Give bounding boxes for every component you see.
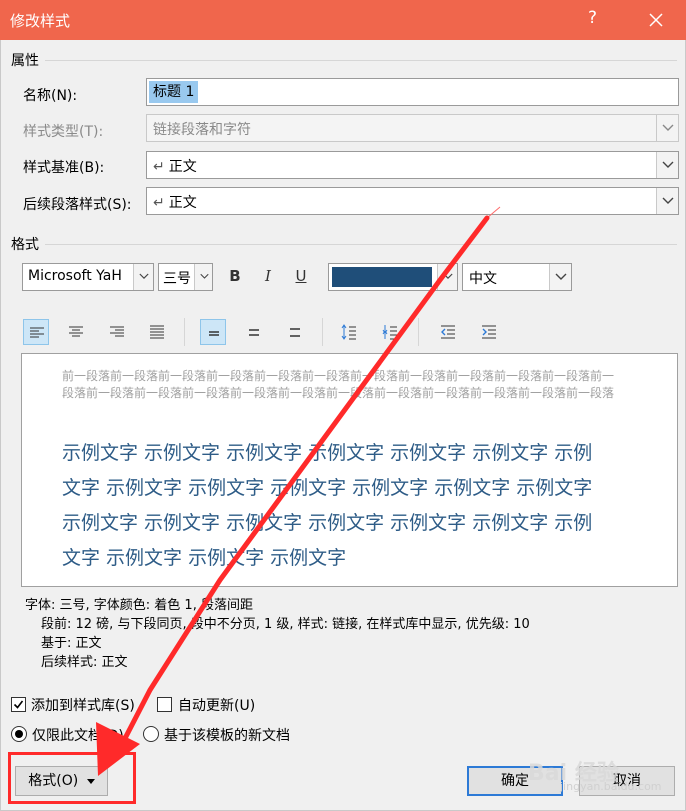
- radio-selected-dot: [15, 730, 23, 738]
- auto-update-checkbox[interactable]: [157, 697, 172, 712]
- next-style-display: ↵ 正文: [153, 192, 197, 212]
- close-button[interactable]: [641, 5, 671, 35]
- bold-button[interactable]: B: [222, 264, 248, 290]
- style-type-label: 样式类型(T):: [23, 124, 104, 140]
- chevron-down-icon: [139, 273, 149, 279]
- name-label: 名称(N):: [23, 88, 78, 104]
- single-spacing-button[interactable]: [200, 319, 226, 345]
- spacing-before-icon: [341, 324, 356, 340]
- italic-button[interactable]: I: [255, 264, 281, 290]
- paragraph-mark-icon: ↵: [153, 195, 165, 211]
- font-color-select[interactable]: [328, 263, 458, 291]
- justify-button[interactable]: [144, 319, 170, 345]
- chevron-down-icon: [443, 273, 453, 279]
- add-to-gallery-checkbox[interactable]: [11, 697, 26, 712]
- preview-previous-paragraph: 前一段落前一段落前一段落前一段落前一段落前一段落前一段落前一段落前一段落前一段落…: [62, 369, 615, 400]
- name-value: 标题 1: [149, 81, 199, 103]
- close-icon: [649, 13, 663, 27]
- description-line: 基于: 正文: [41, 636, 102, 651]
- chevron-down-icon: [662, 161, 674, 168]
- preview-sample-text: 示例文字 示例文字 示例文字 示例文字 示例文字 示例文字 示例文字 示例文字 …: [62, 442, 593, 569]
- properties-section-label: 属性: [11, 53, 39, 69]
- justify-icon: [150, 325, 164, 339]
- help-button[interactable]: ?: [588, 8, 597, 28]
- auto-update-label[interactable]: 自动更新(U): [178, 695, 255, 715]
- chevron-down-icon: [662, 124, 674, 131]
- one-half-spacing-button[interactable]: [241, 319, 267, 345]
- indent-icon: [482, 325, 496, 339]
- only-this-document-radio[interactable]: [11, 726, 27, 742]
- format-section-label: 格式: [11, 237, 39, 253]
- next-style-dropdown-button[interactable]: [656, 188, 678, 214]
- double-spacing-button[interactable]: [282, 319, 308, 345]
- description-line: 段前: 12 磅, 与下段同页, 段中不分页, 1 级, 样式: 链接, 在样式…: [41, 617, 530, 632]
- style-type-select[interactable]: 链接段落和字符: [146, 114, 679, 142]
- font-color-swatch: [332, 267, 432, 287]
- description-line: 后续样式: 正文: [41, 655, 128, 670]
- align-left-icon: [30, 327, 44, 338]
- toolbar-separator: [322, 318, 323, 346]
- script-dropdown-button[interactable]: [549, 264, 571, 290]
- decrease-indent-button[interactable]: [435, 319, 461, 345]
- increase-spacing-before-button[interactable]: [336, 319, 362, 345]
- one-half-spacing-icon: [249, 329, 259, 336]
- font-size-value: 三号: [163, 271, 191, 287]
- watermark-url: jingyan.baidu.com: [560, 780, 662, 793]
- increase-indent-button[interactable]: [476, 319, 502, 345]
- underline-icon: U: [295, 267, 307, 285]
- name-input[interactable]: 标题 1: [146, 78, 679, 106]
- next-style-value: 正文: [168, 195, 197, 211]
- align-left-button[interactable]: [23, 319, 49, 345]
- style-preview: 前一段落前一段落前一段落前一段落前一段落前一段落前一段落前一段落前一段落前一段落…: [21, 353, 678, 587]
- outdent-icon: [441, 325, 455, 339]
- font-color-dropdown-button[interactable]: [437, 264, 457, 290]
- dialog-body: 属性 名称(N): 标题 1 样式类型(T): 链接段落和字符 样式基准(B):…: [0, 40, 686, 811]
- chevron-down-icon: [200, 273, 209, 279]
- format-divider: [45, 244, 677, 245]
- title-bar: 修改样式 ?: [0, 0, 686, 40]
- script-value: 中文: [469, 271, 497, 287]
- style-type-dropdown-button[interactable]: [656, 115, 678, 141]
- next-style-select[interactable]: ↵ 正文: [146, 187, 679, 215]
- checkmark-icon: [13, 700, 24, 709]
- font-size-dropdown-button[interactable]: [194, 264, 212, 290]
- new-documents-template-label[interactable]: 基于该模板的新文档: [164, 725, 290, 745]
- single-spacing-icon: [209, 331, 219, 336]
- font-value: Microsoft YaH: [28, 268, 122, 284]
- align-center-button[interactable]: [63, 319, 89, 345]
- based-on-value: 正文: [168, 159, 197, 175]
- based-on-select[interactable]: ↵ 正文: [146, 151, 679, 179]
- highlight-box: [8, 752, 136, 804]
- only-this-document-label[interactable]: 仅限此文档(D): [32, 725, 124, 745]
- font-dropdown-button[interactable]: [133, 264, 153, 290]
- spacing-after-icon: [382, 325, 397, 340]
- chevron-down-icon: [662, 197, 674, 204]
- align-right-icon: [110, 326, 124, 337]
- toolbar-separator: [418, 318, 419, 346]
- font-select[interactable]: Microsoft YaH: [22, 263, 154, 291]
- align-right-button[interactable]: [104, 319, 130, 345]
- double-spacing-icon: [290, 328, 300, 337]
- based-on-label: 样式基准(B):: [23, 160, 105, 176]
- based-on-dropdown-button[interactable]: [656, 152, 678, 178]
- align-center-icon: [69, 326, 83, 337]
- chevron-down-icon: [555, 273, 567, 280]
- description-line: 字体: 三号, 字体颜色: 着色 1, 段落间距: [25, 598, 253, 613]
- toolbar-separator: [184, 318, 185, 346]
- based-on-display: ↵ 正文: [153, 156, 197, 176]
- decrease-spacing-before-button[interactable]: [377, 319, 403, 345]
- style-type-value: 链接段落和字符: [153, 122, 251, 138]
- next-style-label: 后续段落样式(S):: [23, 197, 132, 213]
- add-to-gallery-label[interactable]: 添加到样式库(S): [31, 695, 135, 715]
- window-title: 修改样式: [10, 12, 71, 30]
- italic-icon: I: [265, 267, 271, 285]
- underline-button[interactable]: U: [288, 264, 314, 290]
- bold-icon: B: [229, 267, 241, 285]
- style-description: 字体: 三号, 字体颜色: 着色 1, 段落间距 段前: 12 磅, 与下段同页…: [21, 592, 678, 678]
- script-select[interactable]: 中文: [462, 263, 572, 291]
- font-size-select[interactable]: 三号: [158, 263, 213, 291]
- properties-divider: [45, 60, 677, 61]
- paragraph-mark-icon: ↵: [153, 159, 165, 175]
- new-documents-template-radio[interactable]: [143, 726, 159, 742]
